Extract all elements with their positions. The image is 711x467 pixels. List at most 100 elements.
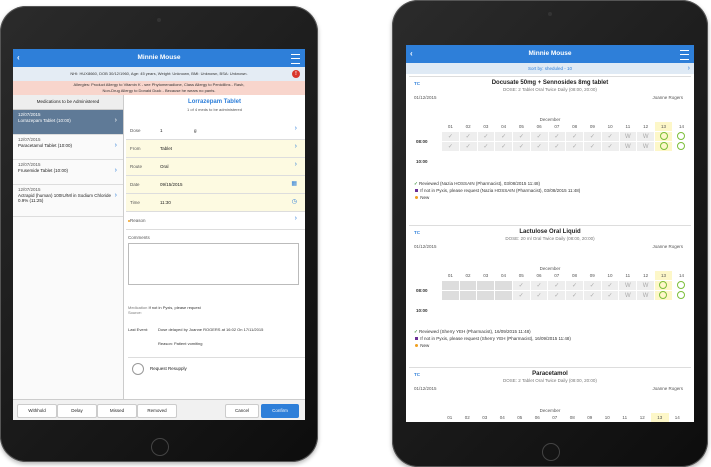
- pending-ring-icon[interactable]: [659, 132, 668, 140]
- menu-icon[interactable]: [680, 50, 689, 60]
- med-list-item[interactable]: 12/07/2015 Lorrazepam Tablet (10:00) ›: [13, 110, 123, 135]
- med-list-item[interactable]: 12/07/2015 Frusemide Tablet (10:00) ›: [13, 160, 123, 185]
- radio-icon[interactable]: [132, 363, 144, 375]
- back-icon[interactable]: ‹: [17, 49, 20, 67]
- dose-slot-given[interactable]: ✓: [458, 131, 478, 142]
- med-list-item[interactable]: 12/07/2015 Paracetamol Tablet (10:00) ›: [13, 135, 123, 160]
- clock-icon[interactable]: ◷: [292, 198, 297, 205]
- dose-slot-today[interactable]: [654, 280, 673, 291]
- dose-slot-given[interactable]: W: [636, 280, 655, 291]
- dose-slot-given[interactable]: W: [636, 131, 656, 142]
- confirm-button[interactable]: Confirm: [261, 404, 299, 418]
- dose-slot-given[interactable]: ✓: [494, 131, 513, 142]
- back-icon[interactable]: ‹: [410, 45, 413, 63]
- from-row[interactable]: From Tablet ›: [126, 140, 305, 158]
- dose-slot-today[interactable]: [654, 141, 673, 152]
- dose-slot-given[interactable]: ✓: [476, 141, 496, 152]
- dose-slot-given[interactable]: ✓: [600, 290, 620, 301]
- dose-slot-today[interactable]: [654, 131, 673, 142]
- dose-slot-given[interactable]: ✓: [529, 141, 549, 152]
- home-button[interactable]: [151, 438, 169, 456]
- dose-slot-given[interactable]: ✓: [547, 280, 567, 291]
- missed-button[interactable]: Missed: [97, 404, 137, 418]
- dose-slot-given[interactable]: ✓: [565, 290, 584, 301]
- dose-slot-given[interactable]: ✓: [458, 141, 478, 152]
- pending-ring-icon[interactable]: [677, 291, 686, 299]
- dose-slot-given[interactable]: W: [618, 131, 638, 142]
- withhold-button[interactable]: Withhold: [17, 404, 57, 418]
- dose-slot-given[interactable]: ✓: [511, 280, 531, 291]
- day-header: 08: [572, 124, 578, 129]
- med-date: 12/07/2015: [18, 112, 41, 117]
- dose-slot-given[interactable]: W: [618, 141, 638, 152]
- dose-slot-given[interactable]: ✓: [494, 141, 513, 152]
- chevron-right-icon[interactable]: ›: [295, 161, 297, 168]
- dose-slot-given[interactable]: W: [618, 290, 638, 301]
- day-header: 03: [482, 415, 488, 420]
- dose-slot-given[interactable]: W: [618, 280, 638, 291]
- dose-slot-given[interactable]: ✓: [511, 290, 531, 301]
- cancel-button[interactable]: Cancel: [225, 404, 259, 418]
- dose-slot-future[interactable]: [671, 141, 692, 152]
- home-button[interactable]: [542, 443, 560, 461]
- pending-ring-icon[interactable]: [677, 281, 686, 289]
- time-row[interactable]: Time 11:30 ◷: [126, 194, 305, 212]
- request-resupply[interactable]: Request Resupply: [128, 357, 305, 380]
- dose-slot-future[interactable]: [671, 280, 692, 291]
- dose-slot-given[interactable]: ✓: [600, 280, 620, 291]
- chevron-right-icon[interactable]: ›: [295, 125, 297, 132]
- dose-slot-given[interactable]: ✓: [583, 131, 602, 142]
- dose-slot-given[interactable]: ✓: [529, 290, 549, 301]
- pending-ring-icon[interactable]: [659, 281, 668, 289]
- dose-slot-given[interactable]: ✓: [600, 141, 620, 152]
- dose-slot-given[interactable]: ✓: [600, 131, 620, 142]
- alert-icon[interactable]: !: [292, 70, 300, 78]
- med-list-item[interactable]: 12/07/2015 Actrapid (human) 100IU/Ml in …: [13, 185, 123, 217]
- dose-slot-today[interactable]: [654, 290, 673, 301]
- day-header: 11: [625, 124, 631, 129]
- reason-row[interactable]: Reason ›: [126, 212, 305, 230]
- removed-button[interactable]: Removed: [137, 404, 177, 418]
- calendar-icon[interactable]: ▦: [291, 180, 297, 187]
- chevron-right-icon[interactable]: ›: [295, 215, 297, 222]
- chevron-right-icon[interactable]: ›: [688, 63, 690, 74]
- dose-slot-given[interactable]: ✓: [565, 280, 584, 291]
- pending-ring-icon[interactable]: [659, 142, 668, 150]
- time-label: 10:00: [416, 159, 428, 164]
- dose-slot-given[interactable]: ✓: [582, 290, 602, 301]
- menu-icon[interactable]: [291, 54, 300, 64]
- pending-ring-icon[interactable]: [677, 132, 686, 140]
- dose-slot-future[interactable]: [671, 131, 692, 142]
- chevron-right-icon: ›: [114, 142, 117, 149]
- pending-ring-icon[interactable]: [659, 291, 668, 299]
- right-screen: ‹ Minnie Mouse Sort by: sheduled - 10 › …: [406, 45, 694, 422]
- route-row[interactable]: Route Oral ›: [126, 158, 305, 176]
- dose-slot-given[interactable]: ✓: [476, 131, 496, 142]
- dose-slot-given[interactable]: W: [636, 290, 655, 301]
- dose-slot-given[interactable]: ✓: [565, 141, 584, 152]
- dose-slot-given[interactable]: ✓: [582, 280, 602, 291]
- day-header: 13: [651, 413, 669, 422]
- dose-slot-given[interactable]: ✓: [547, 290, 567, 301]
- dose-slot-given[interactable]: ✓: [565, 131, 584, 142]
- dose-slot-given[interactable]: ✓: [529, 131, 549, 142]
- chevron-right-icon[interactable]: ›: [295, 143, 297, 150]
- dose-slot-given[interactable]: ✓: [441, 141, 460, 152]
- dose-value[interactable]: 1: [160, 128, 163, 133]
- delay-button[interactable]: Delay: [57, 404, 97, 418]
- dose-slot-given[interactable]: ✓: [547, 131, 567, 142]
- dose-slot-given[interactable]: ✓: [583, 141, 602, 152]
- dose-slot-given[interactable]: W: [636, 141, 656, 152]
- pending-ring-icon[interactable]: [677, 142, 686, 150]
- sort-bar[interactable]: Sort by: sheduled - 10 ›: [406, 63, 694, 74]
- dose-slot-given[interactable]: ✓: [512, 141, 531, 152]
- dose-slot-future[interactable]: [671, 290, 692, 301]
- dose-slot-given[interactable]: ✓: [512, 131, 531, 142]
- dose-row[interactable]: Dose 1 g ›: [126, 122, 305, 140]
- dose-slot-given[interactable]: ✓: [441, 131, 460, 142]
- date-row[interactable]: Date 09/15/2015 ▦: [126, 176, 305, 194]
- dose-slot-given[interactable]: ✓: [529, 280, 549, 291]
- comments-input[interactable]: [128, 243, 299, 285]
- check-icon: ✓: [536, 144, 542, 150]
- dose-slot-given[interactable]: ✓: [547, 141, 567, 152]
